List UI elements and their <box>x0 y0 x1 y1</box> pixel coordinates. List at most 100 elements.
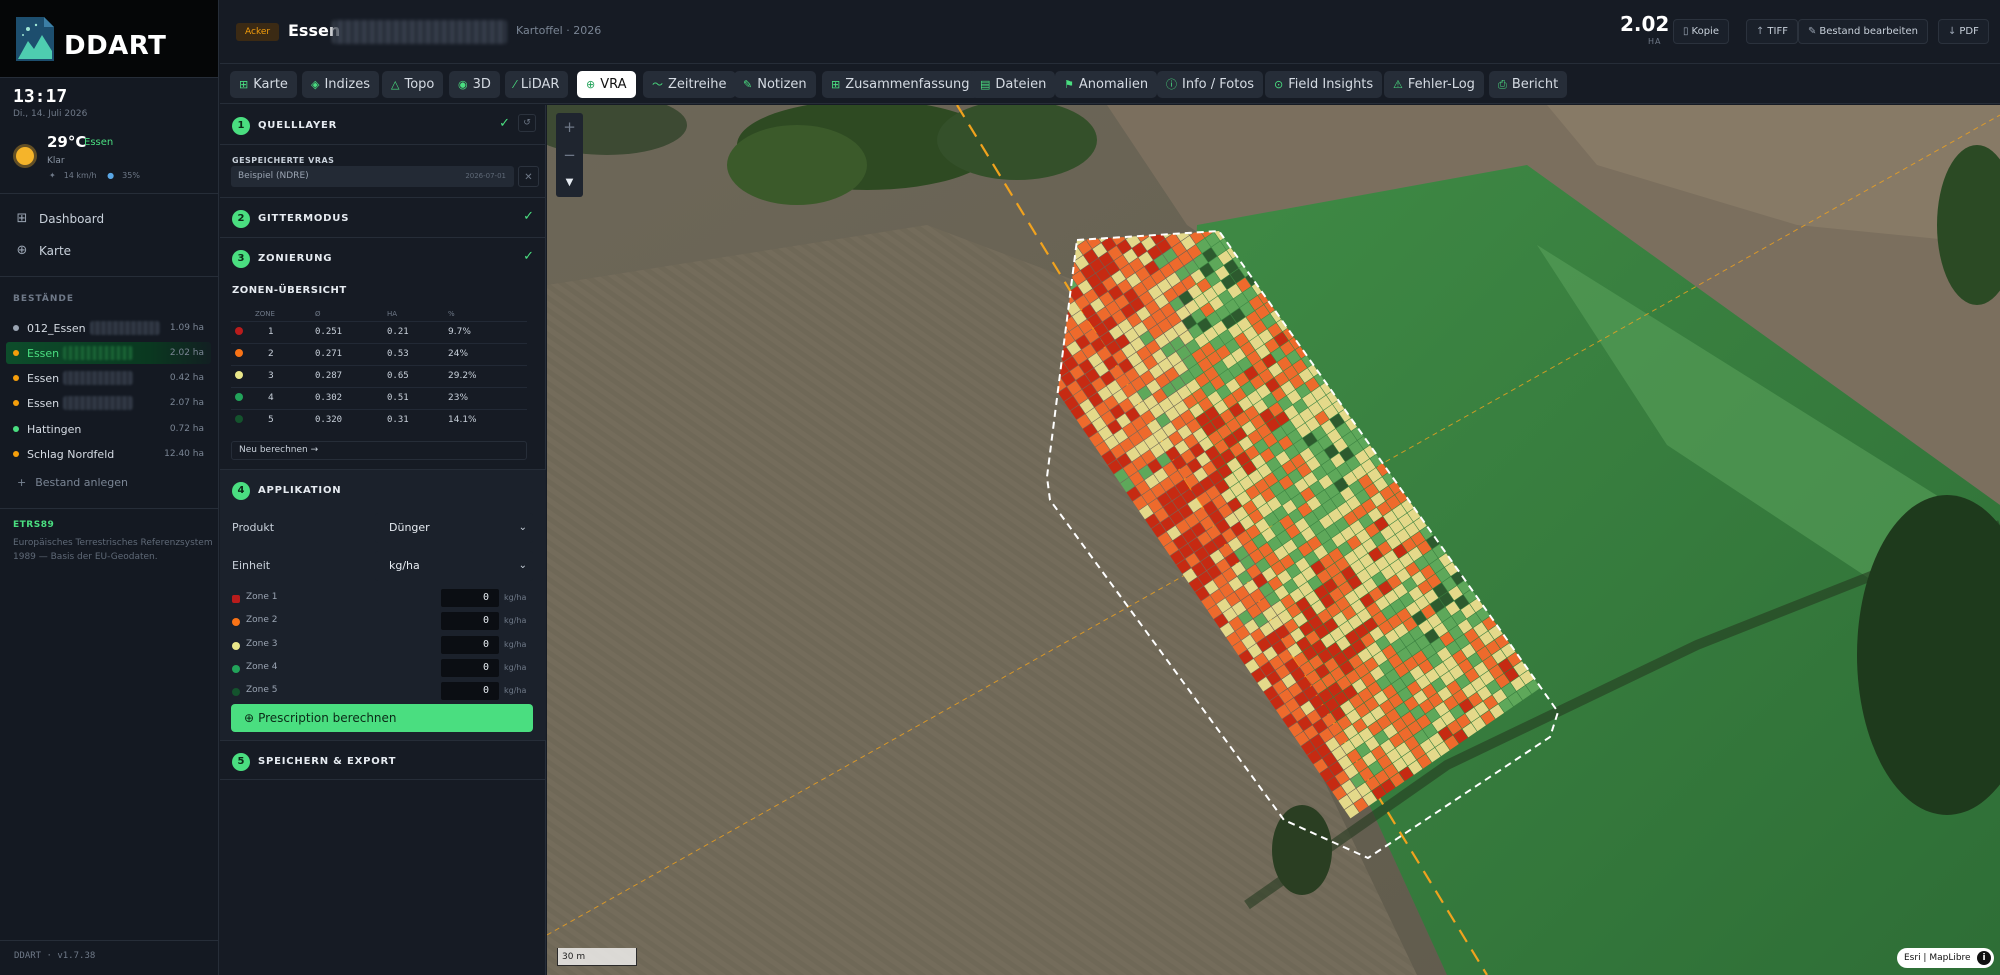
fields-section-label: BESTÄNDE <box>13 294 75 304</box>
zoom-in-icon[interactable]: + <box>556 113 583 141</box>
tab-lidar[interactable]: ⁄ LiDAR <box>505 71 569 98</box>
tab-topo[interactable]: △ Topo <box>382 71 444 98</box>
nav-dashboard-label: Dashboard <box>39 212 105 226</box>
wind-icon: ✦ <box>49 171 56 180</box>
col-zone: ZONE <box>255 309 275 318</box>
product-label: Produkt <box>232 521 275 534</box>
product-select[interactable]: Dünger ⌄ <box>375 513 533 543</box>
zone-rate-input[interactable]: 0 <box>441 659 499 677</box>
redacted-text <box>63 371 134 385</box>
step-number: 2 <box>232 210 250 228</box>
tab-notizen[interactable]: ✎ Notizen <box>734 71 816 98</box>
files-icon: ▤ <box>980 78 991 91</box>
tab-3d[interactable]: ◉ 3D <box>449 71 500 98</box>
tab-bericht[interactable]: ⎙ Bericht <box>1489 71 1568 98</box>
tab-indizes[interactable]: ◈ Indizes <box>302 71 380 98</box>
copy-label: Kopie <box>1691 26 1719 37</box>
compass-icon[interactable]: ▼ <box>556 169 583 197</box>
zone-color-dot <box>232 642 240 650</box>
grid-icon: ⊞ <box>239 78 249 91</box>
prescription-label: Prescription berechnen <box>258 711 397 725</box>
nav-dashboard[interactable]: ⊞ Dashboard <box>15 212 105 227</box>
zone-rate-input[interactable]: 0 <box>441 612 499 630</box>
map-attribution: Esri | MapLibre i <box>1897 948 1994 968</box>
saved-vra-date: 2026-07-01 <box>465 172 506 180</box>
field-item[interactable]: Schlag Nordfeld 12.40 ha <box>6 443 211 465</box>
map-view[interactable]: + − ▼ 30 m Esri | MapLibre i <box>547 105 2000 975</box>
zone-color-dot <box>232 665 240 673</box>
zone-rate-row: Zone 5 0 kg/ha <box>232 682 542 702</box>
zone-rate-input[interactable]: 0 <box>441 636 499 654</box>
zone-rate-input[interactable]: 0 <box>441 589 499 607</box>
field-status-dot <box>13 426 19 432</box>
zone-id: 5 <box>255 408 315 431</box>
field-name: Essen <box>27 396 60 410</box>
refresh-icon[interactable]: ↺ <box>518 114 536 132</box>
tab-fehler-log[interactable]: ⚠ Fehler-Log <box>1384 71 1484 98</box>
redacted-text <box>63 396 134 410</box>
tab-label: Karte <box>253 77 288 92</box>
field-item[interactable]: Essen 2.07 ha <box>6 392 211 414</box>
field-name: 012_Essen <box>27 321 86 335</box>
insights-icon: ⊙ <box>1274 78 1284 91</box>
tab-info-fotos[interactable]: ⓘ Info / Fotos <box>1157 71 1264 98</box>
zone-id: 1 <box>255 320 315 343</box>
map-canvas[interactable] <box>547 105 2000 975</box>
nav-karte[interactable]: ⊕ Karte <box>15 244 72 259</box>
tab-anomalien[interactable]: ⚑ Anomalien <box>1055 71 1158 98</box>
step-title: ZONIERUNG <box>258 253 333 264</box>
field-size: 0.72 ha <box>169 424 204 434</box>
field-item-active[interactable]: Essen 2.02 ha <box>6 342 211 364</box>
tab-zusammenfassung[interactable]: ⊞ Zusammenfassung <box>822 71 979 98</box>
step-zonierung[interactable]: 3 ZONIERUNG ✓ <box>220 238 546 278</box>
info-icon[interactable]: i <box>1977 951 1991 965</box>
tab-label: Notizen <box>757 77 807 92</box>
zone-rate-input[interactable]: 0 <box>441 682 499 700</box>
brand-name: DDART <box>64 30 167 61</box>
app-version: DDART · v1.7.38 <box>14 951 96 961</box>
field-item[interactable]: 012_Essen 1.09 ha <box>6 317 211 339</box>
zone-color-dot <box>235 326 243 335</box>
tab-karte[interactable]: ⊞ Karte <box>230 71 297 98</box>
zone-overview-title: ZONEN-ÜBERSICHT <box>232 285 347 296</box>
redacted-text <box>89 321 160 335</box>
pencil-icon: ✎ <box>1808 26 1817 37</box>
divider <box>0 193 219 194</box>
field-status-dot <box>13 375 19 381</box>
zone-rate-unit: kg/ha <box>504 640 527 649</box>
zone-color-dot <box>235 348 243 357</box>
field-name: Schlag Nordfeld <box>27 447 115 461</box>
prescription-button[interactable]: ⊕ Prescription berechnen <box>231 704 533 732</box>
edit-field-button[interactable]: ✎ Bestand bearbeiten <box>1798 19 1928 44</box>
tab-zeitreihe[interactable]: 〜 Zeitreihe <box>643 71 736 98</box>
tiff-button[interactable]: ↑ TIFF <box>1746 19 1798 44</box>
check-icon: ✓ <box>523 249 534 264</box>
zone-pct: 23% <box>448 386 527 409</box>
delete-saved-vra-icon[interactable]: ✕ <box>518 166 539 187</box>
step-speichern-export[interactable]: 5 SPEICHERN & EXPORT <box>220 740 546 780</box>
recalculate-button[interactable]: Neu berechnen → <box>231 441 527 460</box>
unit-select[interactable]: kg/ha ⌄ <box>375 551 533 581</box>
pdf-button[interactable]: ↓ PDF <box>1938 19 1989 44</box>
zone-rate-row: Zone 3 0 kg/ha <box>232 636 542 656</box>
divider <box>0 276 219 277</box>
zone-rate-label: Zone 2 <box>246 615 278 625</box>
zone-pct: 24% <box>448 342 527 365</box>
zone-id: 2 <box>255 342 315 365</box>
step-gittermodus[interactable]: 2 GITTERMODUS ✓ <box>220 198 546 238</box>
tab-field-insights[interactable]: ⊙ Field Insights <box>1265 71 1383 98</box>
step-number: 3 <box>232 250 250 268</box>
unit-label: Einheit <box>232 559 271 572</box>
chevron-down-icon: ⌄ <box>518 560 527 571</box>
add-field-button[interactable]: + Bestand anlegen <box>17 476 128 489</box>
field-item[interactable]: Hattingen 0.72 ha <box>6 418 211 440</box>
tab-dateien[interactable]: ▤ Dateien <box>971 71 1056 98</box>
saved-vra-item[interactable]: Beispiel (NDRE) 2026-07-01 <box>231 166 514 187</box>
field-item[interactable]: Essen 0.42 ha <box>6 367 211 389</box>
step-quelllayer[interactable]: 1 QUELLLAYER ✓ ↺ <box>220 105 546 145</box>
zoom-out-icon[interactable]: − <box>556 141 583 169</box>
tab-vra[interactable]: ⊕ VRA <box>577 71 636 98</box>
field-status-dot <box>13 325 19 331</box>
brand[interactable]: DDART <box>0 0 218 78</box>
copy-button[interactable]: ▯ Kopie <box>1673 19 1729 44</box>
